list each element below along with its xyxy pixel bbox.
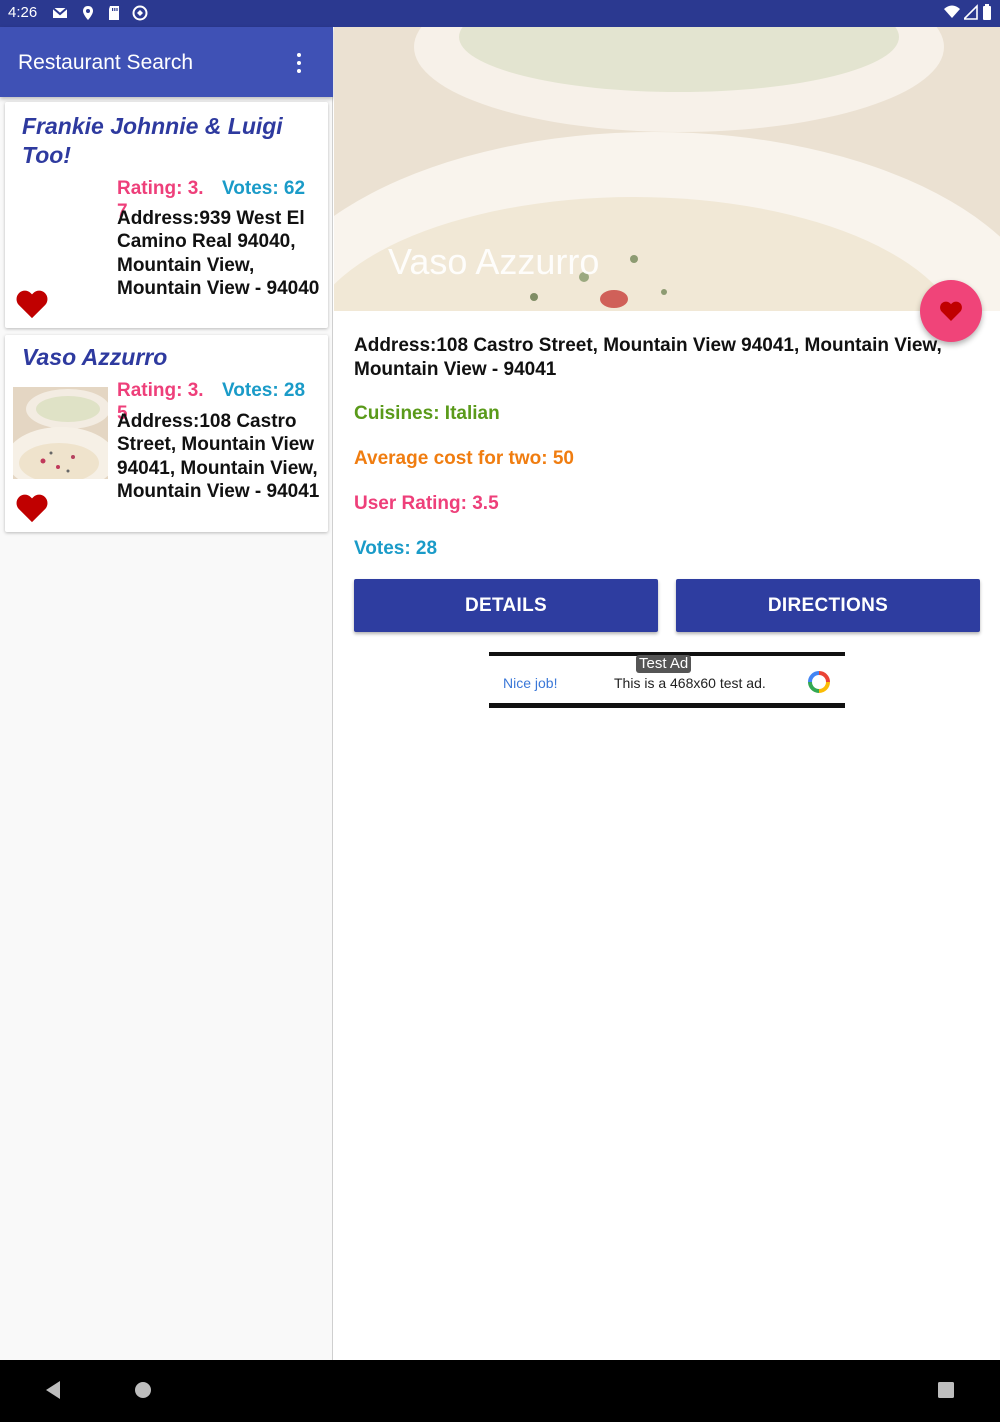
heart-icon[interactable] [15, 288, 49, 320]
restaurant-name: Frankie Johnnie & Luigi Too! [22, 113, 283, 168]
directions-button[interactable]: DIRECTIONS [676, 579, 980, 632]
restaurant-votes: Votes: 28 [222, 380, 306, 401]
sync-icon [132, 5, 148, 21]
app-bar: Restaurant Search [0, 27, 333, 97]
status-time: 4:26 [8, 4, 38, 21]
navigation-bar [0, 1360, 1000, 1422]
battery-icon [983, 4, 991, 20]
heart-icon [940, 301, 962, 321]
ad-logo-icon [808, 671, 830, 693]
ad-badge: Test Ad [636, 655, 692, 673]
restaurant-address: Address:108 Castro Street, Mountain View… [117, 411, 320, 502]
location-icon [83, 6, 93, 20]
restaurant-address: Address:939 West El Camino Real 94040, M… [117, 208, 320, 299]
status-bar: 4:26 [0, 0, 1000, 27]
restaurant-detail-pane: Vaso Azzurro Address:108 Castro Street, … [334, 27, 1000, 1360]
gmail-icon [52, 7, 68, 18]
ad-body-text: This is a 468x60 test ad. [614, 675, 766, 691]
restaurant-list-pane: Restaurant Search Frankie Johnnie & Luig… [0, 27, 333, 1360]
signal-icon [964, 4, 978, 20]
sd-card-icon [109, 6, 119, 20]
more-vert-icon[interactable] [286, 49, 312, 77]
recents-icon[interactable] [937, 1380, 955, 1400]
restaurant-card[interactable]: Frankie Johnnie & Luigi Too! Rating: 3.7… [5, 102, 328, 328]
details-button[interactable]: DETAILS [354, 579, 658, 632]
restaurant-thumbnail [13, 387, 108, 479]
restaurant-votes: Votes: 62 [222, 178, 306, 199]
wifi-icon [944, 5, 960, 18]
detail-address: Address:108 Castro Street, Mountain View… [354, 335, 942, 380]
status-right-icons [944, 4, 992, 20]
favorite-fab[interactable] [920, 280, 982, 342]
restaurant-title: Vaso Azzurro [388, 241, 600, 282]
detail-votes: Votes: 28 [354, 538, 438, 559]
heart-icon[interactable] [15, 492, 49, 524]
restaurant-hero-image: Vaso Azzurro [334, 27, 1000, 311]
ad-nice-text: Nice job! [503, 675, 558, 691]
detail-user-rating: User Rating: 3.5 [354, 493, 499, 514]
home-icon[interactable] [133, 1380, 153, 1400]
app-title: Restaurant Search [18, 51, 194, 74]
restaurant-name: Vaso Azzurro [22, 344, 168, 370]
test-ad-banner[interactable]: Test Ad Nice job! This is a 468x60 test … [489, 652, 845, 708]
detail-average-cost: Average cost for two: 50 [354, 448, 574, 469]
restaurant-card[interactable]: Vaso Azzurro Rating: 3.5 Votes: 28 Addre… [5, 335, 328, 532]
detail-cuisines: Cuisines: Italian [354, 403, 500, 424]
back-icon[interactable] [44, 1380, 62, 1400]
